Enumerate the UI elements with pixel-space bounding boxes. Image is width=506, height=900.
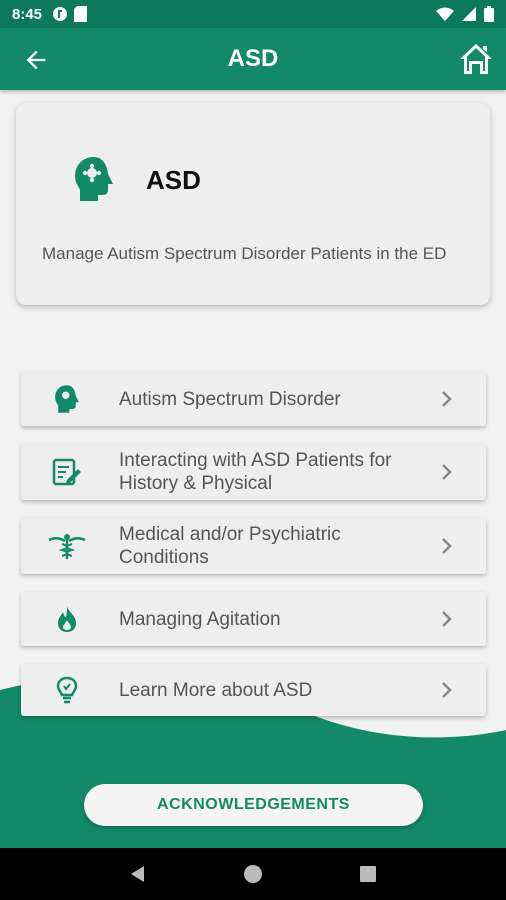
nav-home-icon[interactable] [241, 862, 265, 886]
menu-item-label: Managing Agitation [119, 608, 281, 630]
wifi-icon [436, 7, 454, 21]
app-bar: ASD [0, 28, 506, 90]
back-arrow-icon[interactable] [22, 46, 50, 74]
chevron-right-icon [442, 682, 452, 698]
flame-icon [51, 603, 83, 635]
menu-item-label: Learn More about ASD [119, 679, 313, 701]
head-puzzle-icon [75, 157, 113, 201]
battery-icon [484, 6, 494, 22]
chevron-right-icon [442, 538, 452, 554]
menu-item-label: Autism Spectrum Disorder [119, 388, 341, 410]
menu-item-interacting-with-asd-patients[interactable]: Interacting with ASD Patients for Histor… [21, 444, 486, 500]
menu-item-label: Interacting with ASD Patients for Histor… [119, 450, 392, 494]
menu-item-autism-spectrum-disorder[interactable]: Autism Spectrum Disorder [21, 372, 486, 426]
menu-item-medical-psychiatric-conditions[interactable]: Medical and/or Psychiatric Conditions [21, 518, 486, 574]
header-card: ASD Manage Autism Spectrum Disorder Pati… [16, 103, 490, 305]
header-card-title: ASD [146, 165, 201, 195]
acknowledgements-label: ACKNOWLEDGEMENTS [157, 796, 350, 813]
system-nav-bar [0, 848, 506, 900]
chevron-right-icon [442, 464, 452, 480]
chevron-right-icon [442, 611, 452, 627]
header-card-description: Manage Autism Spectrum Disorder Patients… [42, 244, 447, 263]
clipboard-edit-icon [51, 456, 83, 488]
page-title: ASD [227, 45, 279, 72]
menu-item-label: Medical and/or Psychiatric Conditions [119, 524, 341, 568]
caduceus-icon [47, 530, 87, 562]
chevron-right-icon [442, 391, 452, 407]
home-icon[interactable] [458, 42, 494, 76]
lightbulb-icon [51, 674, 83, 706]
signal-icon [462, 7, 476, 21]
nav-back-icon[interactable] [126, 862, 150, 886]
sd-card-icon [74, 6, 88, 22]
status-bar: 8:45 [0, 0, 506, 28]
head-puzzle-icon [51, 383, 83, 415]
menu-item-managing-agitation[interactable]: Managing Agitation [21, 592, 486, 646]
menu-item-learn-more-about-asd[interactable]: Learn More about ASD [21, 664, 486, 716]
acknowledgements-button[interactable]: ACKNOWLEDGEMENTS [84, 784, 423, 826]
nav-recents-icon[interactable] [356, 862, 380, 886]
notification-app-icon [53, 7, 68, 21]
status-time: 8:45 [12, 5, 43, 23]
